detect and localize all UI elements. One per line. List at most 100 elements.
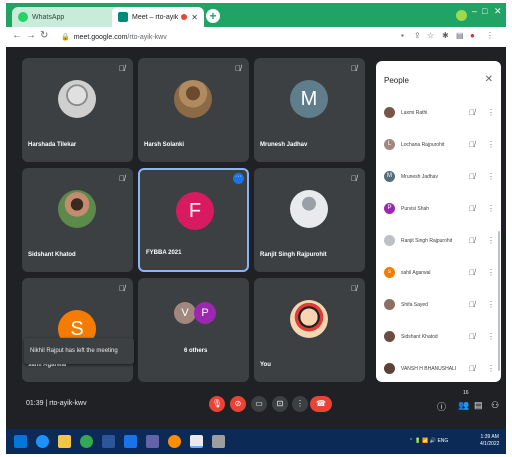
minimize-icon[interactable]: – (472, 6, 477, 16)
close-icon[interactable]: ✕ (191, 13, 198, 22)
clock[interactable]: 1:39 AM 4/1/2022 (480, 434, 499, 448)
more-options-icon[interactable]: ⋮ (487, 300, 495, 309)
close-window-icon[interactable]: ✕ (494, 6, 502, 17)
participant-tile-speaking[interactable]: ··· F FYBBA 2021 (138, 168, 249, 272)
tab-meet[interactable]: Meet – rto-ayik-kwv ✕ (112, 7, 204, 27)
mic-off-icon: 🎙̸ (469, 236, 475, 245)
app-icon[interactable] (212, 435, 225, 448)
activities-icon[interactable]: ⚇ (491, 400, 499, 411)
new-tab-button[interactable]: + (206, 9, 220, 23)
participant-row[interactable]: Ranjit Singh Rajpurohit 🎙̸ ⋮ (376, 225, 501, 257)
participant-tile[interactable]: 🎙̸ Harshada Tilekar (22, 58, 133, 162)
avatar (290, 300, 328, 338)
reload-icon[interactable]: ↻ (40, 30, 48, 41)
participant-name: Harshada Tilekar (28, 142, 77, 148)
menu-icon[interactable]: ⋮ (486, 31, 494, 40)
others-tile[interactable]: V P 6 others (138, 278, 249, 382)
more-options-icon[interactable]: ⋮ (487, 172, 495, 181)
participant-row[interactable]: VANSH H BHANUSHALI 🎙̸ ⋮ (376, 353, 501, 382)
meeting-time: 01:39 (26, 400, 44, 407)
more-options-icon[interactable]: ⋮ (487, 140, 495, 149)
participant-row[interactable]: Laxmi Rathi 🎙̸ ⋮ (376, 97, 501, 129)
profile-avatar[interactable] (456, 10, 467, 21)
extensions-icon[interactable]: ✱ (442, 31, 449, 40)
meeting-info: 01:39 | rto-ayik-kwv (26, 400, 87, 407)
share-icon[interactable]: ⇪ (414, 31, 421, 40)
participant-row[interactable]: L Lochana Rajpurohit 🎙̸ ⋮ (376, 129, 501, 161)
mic-toggle-button[interactable]: 🎙 (209, 396, 225, 412)
system-tray[interactable]: ⌃ 🔋 📶 🔊 ENG (409, 438, 448, 444)
participant-tile[interactable]: 🎙̸ Ranjit Singh Rajpurohit (254, 168, 365, 272)
close-icon[interactable]: ✕ (485, 74, 493, 85)
participant-tile[interactable]: 🎙̸ M Mrunesh Jadhav (254, 58, 365, 162)
address-bar[interactable]: 🔒 meet.google.com /rto-ayik-kwv (61, 30, 396, 44)
camera-permission-icon[interactable]: ▪ (401, 31, 404, 40)
participant-name: Sidshant Khatod (401, 334, 438, 340)
participant-name: Lochana Rajpurohit (401, 142, 445, 148)
panel-title: People (384, 76, 409, 85)
more-options-icon[interactable]: ⋮ (487, 364, 495, 373)
participant-tile[interactable]: 🎙̸ Sidshant Khatod (22, 168, 133, 272)
mic-off-icon: 🎙̸ (469, 140, 475, 149)
url-host: meet.google.com (73, 33, 128, 41)
tab-label: WhatsApp (32, 13, 65, 21)
tray-icons: ⌃ 🔋 📶 🔊 (409, 438, 438, 444)
captions-button[interactable]: ▭ (251, 396, 267, 412)
more-options-icon[interactable]: ⋮ (487, 204, 495, 213)
more-options-icon[interactable]: ⋮ (487, 268, 495, 277)
chrome-icon[interactable] (80, 435, 93, 448)
participant-name: Ranjit Singh Rajpurohit (260, 252, 327, 258)
media-icon[interactable]: ▤ (456, 31, 464, 40)
camera-toggle-button[interactable]: ⊘ (230, 396, 246, 412)
present-button[interactable]: ⊡ (272, 396, 288, 412)
participant-row[interactable]: Sidshant Khatod 🎙̸ ⋮ (376, 321, 501, 353)
teams-icon[interactable] (146, 435, 159, 448)
participant-name: Mrunesh Jadhav (401, 174, 438, 180)
left-meeting-toast: Nikhil Rajput has left the meeting (24, 338, 134, 364)
participant-row[interactable]: P Purvisi Shah 🎙̸ ⋮ (376, 193, 501, 225)
mic-off-icon: 🎙̸ (469, 364, 475, 373)
meeting-details-icon[interactable]: ⓘ (437, 400, 446, 413)
participant-name: VANSH H BHANUSHALI (401, 366, 457, 372)
windows-start-icon[interactable] (14, 435, 27, 448)
firefox-icon[interactable] (168, 435, 181, 448)
mic-off-icon: 🎙̸ (469, 268, 475, 277)
participant-row[interactable]: Shifa Sayed 🎙̸ ⋮ (376, 289, 501, 321)
participant-tile[interactable]: 🎙̸ Harsh Solanki (138, 58, 249, 162)
zoom-icon[interactable] (124, 435, 137, 448)
participant-name: Harsh Solanki (144, 142, 185, 148)
people-icon[interactable]: 👥 (458, 400, 469, 411)
scrollbar[interactable] (498, 231, 500, 371)
more-options-icon[interactable]: ⋮ (487, 108, 495, 117)
avatar: P (384, 203, 395, 214)
back-icon[interactable]: ← (12, 30, 22, 41)
participant-tile[interactable]: 🎙̸ S sahil Agarwal (22, 278, 133, 382)
chrome-active-icon[interactable] (190, 435, 203, 448)
star-icon[interactable]: ☆ (427, 31, 434, 40)
file-explorer-icon[interactable] (58, 435, 71, 448)
edge-icon[interactable] (36, 435, 49, 448)
chat-icon[interactable]: ▤ (474, 400, 483, 411)
mic-off-icon: 🎙̸ (469, 332, 475, 341)
maximize-icon[interactable]: □ (482, 6, 487, 16)
more-options-icon[interactable]: ⋮ (487, 236, 495, 245)
self-tile[interactable]: 🎙̸ You (254, 278, 365, 382)
more-options-icon[interactable]: ⋮ (487, 332, 495, 341)
mic-off-icon: 🎙̸ (469, 172, 475, 181)
browser-tab-strip: WhatsApp ✕ Meet – rto-ayik-kwv ✕ + – □ ✕ (6, 3, 506, 27)
forward-icon[interactable]: → (26, 30, 36, 41)
windows-taskbar: ⌃ 🔋 📶 🔊 ENG 1:39 AM 4/1/2022 (6, 429, 506, 454)
avatar (384, 363, 395, 374)
participant-row[interactable]: M Mrunesh Jadhav 🎙̸ ⋮ (376, 161, 501, 193)
avatar: s (384, 267, 395, 278)
word-icon[interactable] (102, 435, 115, 448)
more-options-icon[interactable]: ··· (233, 173, 244, 184)
clock-time: 1:39 AM (480, 434, 499, 440)
mic-off-icon: 🎙̸ (469, 300, 475, 309)
avatar (384, 107, 395, 118)
more-options-button[interactable]: ⋮ (292, 396, 308, 412)
participant-name: sahil Agarwal (401, 270, 431, 276)
end-call-button[interactable]: ☎ (310, 396, 332, 412)
profile-icon[interactable]: ● (470, 31, 475, 40)
participant-row[interactable]: s sahil Agarwal 🎙̸ ⋮ (376, 257, 501, 289)
